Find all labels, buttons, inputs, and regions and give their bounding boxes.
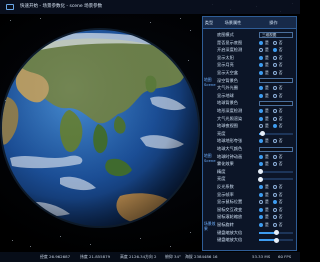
radio-no[interactable] <box>272 48 277 53</box>
radio-yes[interactable] <box>259 109 263 113</box>
star <box>30 246 31 247</box>
slider-handle[interactable] <box>258 169 264 175</box>
header-type: 类型 <box>204 20 214 25</box>
star <box>140 238 141 239</box>
radio-no[interactable] <box>272 124 277 129</box>
window-title-bar: 快速开始 - 场景参数化 - scene 场景参数 <box>0 0 300 14</box>
radio-yes[interactable] <box>259 200 263 205</box>
header-param: 场景属性 <box>224 20 242 25</box>
radio-yes[interactable] <box>259 223 263 227</box>
radio-no[interactable] <box>272 215 277 220</box>
star <box>180 18 181 19</box>
status-tilt: 俯仰 34° <box>165 254 181 259</box>
slider-handle[interactable] <box>259 131 265 137</box>
color-picker[interactable] <box>259 146 293 152</box>
radio-yes[interactable] <box>259 116 263 121</box>
status-fps: 60 FPS <box>278 254 292 259</box>
value-slider[interactable] <box>258 176 293 182</box>
status-altitude: 高度 2126.34 <box>120 254 146 259</box>
radio-no[interactable] <box>272 109 277 113</box>
header-op: 操作 <box>269 20 278 25</box>
radio-no[interactable] <box>272 40 277 45</box>
star <box>60 236 61 237</box>
radio-no[interactable] <box>272 116 277 121</box>
star <box>190 232 191 233</box>
radio-no[interactable] <box>272 86 277 91</box>
radio-yes[interactable] <box>259 71 263 75</box>
slider-handle[interactable] <box>273 230 279 236</box>
radio-no[interactable] <box>272 93 277 98</box>
radio-yes[interactable] <box>259 124 263 129</box>
panel-header: 类型 场景属性 操作 <box>203 17 296 29</box>
radio-yes[interactable] <box>259 48 263 53</box>
star <box>150 22 151 23</box>
map-viewport[interactable]: 快速开始 - 场景参数化 - scene 场景参数 类型 场景属性 操作 地图S… <box>0 0 300 262</box>
status-bar: 经度 26.962687 纬度 21.855879 高度 2126.34 方向 … <box>0 252 300 262</box>
radio-no[interactable] <box>272 207 277 212</box>
scene-settings-panel: 类型 场景属性 操作 地图Scene 地图Scene 场景效果 底图模式 三维视图 是否显… <box>202 16 297 251</box>
radio-yes[interactable] <box>259 55 263 60</box>
radio-no[interactable] <box>272 71 277 75</box>
radio-yes[interactable] <box>259 185 263 189</box>
radio-yes[interactable] <box>259 40 263 45</box>
radio-yes[interactable] <box>259 154 263 159</box>
radio-yes[interactable] <box>259 207 263 212</box>
radio-no[interactable] <box>272 139 277 144</box>
value-slider[interactable] <box>259 131 293 137</box>
setting-row: 键盘缩放大倍 <box>203 236 296 244</box>
radio-no[interactable] <box>272 192 277 197</box>
slider-handle[interactable] <box>273 237 279 243</box>
star <box>170 246 171 247</box>
earth-globe[interactable] <box>0 28 200 228</box>
app-icon <box>6 4 14 10</box>
radio-yes[interactable] <box>259 192 263 197</box>
value-slider[interactable] <box>258 169 293 175</box>
radio-no[interactable] <box>272 55 277 60</box>
window-title: 快速开始 - 场景参数化 - scene 场景参数 <box>20 4 103 9</box>
radio-yes[interactable] <box>259 86 263 91</box>
star <box>40 18 41 19</box>
radio-yes[interactable] <box>259 215 263 220</box>
radio-yes[interactable] <box>259 139 263 144</box>
radio-no[interactable] <box>272 162 277 167</box>
status-longitude: 经度 26.962687 <box>40 254 71 259</box>
radio-no[interactable] <box>272 200 277 205</box>
star <box>10 20 11 21</box>
value-slider[interactable] <box>259 230 293 236</box>
star <box>12 240 13 241</box>
color-picker[interactable] <box>259 100 293 106</box>
mode-select[interactable]: 三维视图 <box>259 32 293 38</box>
slider-handle[interactable] <box>258 176 264 182</box>
status-frame-time: 53.33 MS <box>252 254 271 259</box>
status-height: 海拔 2384486 16 <box>185 254 218 259</box>
status-latitude: 纬度 21.855879 <box>80 254 111 259</box>
radio-yes[interactable] <box>259 162 263 167</box>
star <box>90 244 91 245</box>
setting-label: 键盘缩放大倍 <box>217 237 243 243</box>
status-heading: 方向 2 <box>145 254 157 259</box>
radio-no[interactable] <box>272 185 277 189</box>
value-slider[interactable] <box>259 237 293 243</box>
radio-no[interactable] <box>272 154 277 159</box>
radio-yes[interactable] <box>259 63 263 68</box>
radio-yes[interactable] <box>259 93 263 98</box>
globe-shading <box>2 30 198 226</box>
radio-no[interactable] <box>272 223 277 227</box>
radio-no[interactable] <box>272 63 277 68</box>
color-picker[interactable] <box>259 78 293 84</box>
